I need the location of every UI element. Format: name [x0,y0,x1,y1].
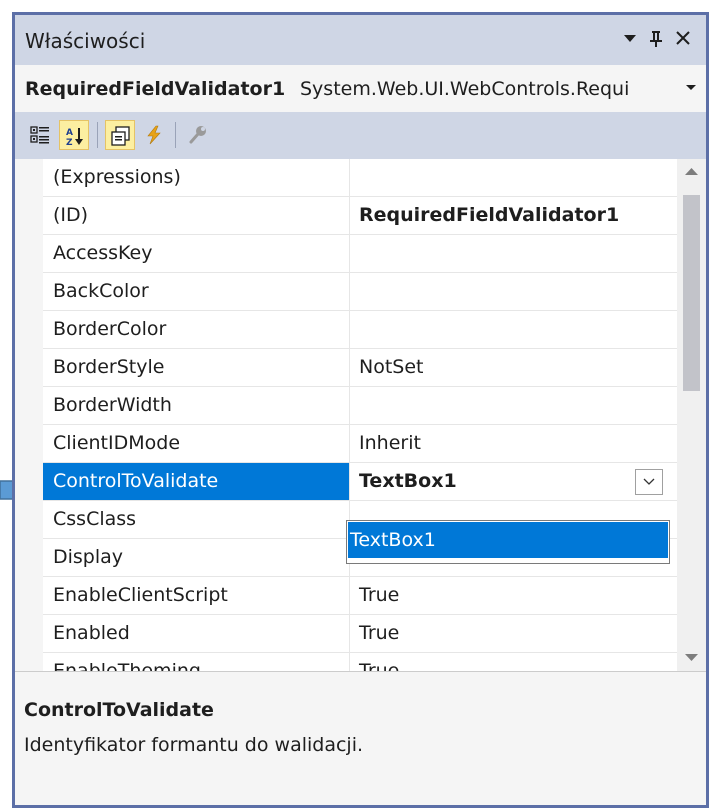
property-name: BorderStyle [43,349,350,386]
object-name: RequiredFieldValidator1 [25,78,286,100]
window-menu-dropdown-button[interactable] [623,26,637,55]
close-icon [676,31,690,45]
close-button[interactable] [674,26,692,55]
property-rows: (Expressions) (ID) RequiredFieldValidato… [43,159,677,671]
property-name: BorderColor [43,311,350,348]
property-grid: (Expressions) (ID) RequiredFieldValidato… [15,159,706,671]
property-name: Display [43,539,350,576]
properties-button[interactable] [105,120,135,150]
properties-window: Właściwości RequiredFieldValidator1 Syst… [12,12,709,808]
value-dropdown-button[interactable] [635,469,663,495]
wrench-icon [189,126,206,144]
events-button[interactable] [139,120,169,150]
screenshot-frame: Właściwości RequiredFieldValidator1 Syst… [0,0,712,809]
property-name: CssClass [43,501,350,538]
property-name: Enabled [43,615,350,652]
scroll-thumb[interactable] [683,195,700,391]
property-pages-button[interactable] [183,120,213,150]
toolbar-separator [97,122,98,148]
property-value[interactable] [351,235,677,272]
property-name: BackColor [43,273,350,310]
property-value[interactable]: RequiredFieldValidator1 [351,197,677,234]
property-value[interactable]: NotSet [351,349,677,386]
property-name: AccessKey [43,235,350,272]
property-row[interactable]: (Expressions) [43,159,677,197]
property-row[interactable]: BorderColor [43,311,677,349]
scroll-down-arrow-icon [685,654,698,661]
alphabetical-icon: A Z [66,128,83,146]
scroll-up-arrow-icon [685,168,698,175]
property-name: (ID) [43,197,350,234]
chevron-down-icon[interactable] [684,80,698,94]
property-value[interactable]: True [351,615,677,652]
description-text: Identyfikator formantu do walidacji. [24,734,364,756]
properties-icon [111,126,130,146]
categorized-button[interactable] [25,120,55,150]
property-row-selected[interactable]: ControlToValidate TextBox1 [43,463,677,501]
properties-window-body: Właściwości RequiredFieldValidator1 Syst… [15,15,706,805]
chevron-down-icon [643,478,655,485]
property-value[interactable] [351,273,677,310]
property-name: EnableTheming [43,653,350,671]
property-value[interactable] [351,387,677,424]
property-row[interactable]: BorderStyle NotSet [43,349,677,387]
property-name: ControlToValidate [43,463,350,500]
property-row[interactable]: BackColor [43,273,677,311]
object-selector[interactable]: RequiredFieldValidator1 System.Web.UI.We… [15,65,706,112]
property-row[interactable]: Enabled True [43,615,677,653]
scroll-up-button[interactable] [677,159,706,185]
property-name: EnableClientScript [43,577,350,614]
pin-button[interactable] [647,26,665,55]
property-value[interactable] [351,311,677,348]
property-row[interactable]: ClientIDMode Inherit [43,425,677,463]
events-icon [147,125,161,145]
property-value[interactable]: True [351,577,677,614]
property-name: (Expressions) [43,159,350,196]
pin-icon [650,31,662,47]
grid-gutter [15,159,43,671]
vertical-scrollbar[interactable] [677,159,706,671]
property-row[interactable]: (ID) RequiredFieldValidator1 [43,197,677,235]
toolbar-separator [175,122,176,148]
alphabetical-button[interactable]: A Z [59,120,89,150]
property-value[interactable] [351,159,677,196]
property-value[interactable]: True [351,653,677,671]
property-row[interactable]: AccessKey [43,235,677,273]
svg-text:A: A [66,128,73,138]
description-title: ControlToValidate [24,699,214,721]
value-dropdown-list: TextBox1 [346,520,670,564]
object-type: System.Web.UI.WebControls.Requi [300,78,630,100]
property-name: BorderWidth [43,387,350,424]
dropdown-option[interactable]: TextBox1 [348,522,668,558]
dropdown-arrow-icon [624,35,636,42]
property-value-editor[interactable]: TextBox1 [351,463,677,500]
property-value[interactable]: Inherit [351,425,677,462]
property-row[interactable]: EnableClientScript True [43,577,677,615]
property-name: ClientIDMode [43,425,350,462]
categorized-icon [30,126,49,144]
scroll-down-button[interactable] [677,645,706,671]
property-row[interactable]: EnableTheming True [43,653,677,671]
toolbar: A Z [15,112,706,159]
description-pane: ControlToValidate Identyfikator formantu… [15,671,706,805]
title-bar: Właściwości [15,15,706,65]
svg-text:Z: Z [66,138,73,146]
window-title: Właściwości [25,29,146,53]
property-row[interactable]: BorderWidth [43,387,677,425]
